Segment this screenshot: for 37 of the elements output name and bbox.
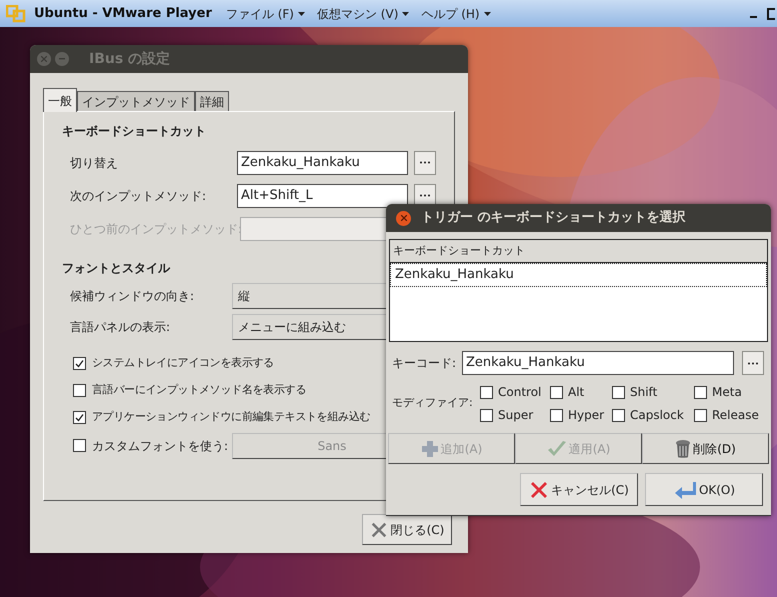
checkbox-label: アプリケーションウィンドウに前編集テキストを組み込む bbox=[92, 409, 370, 426]
checkbox-label: Capslock bbox=[630, 407, 684, 424]
tab[interactable]: インプットメソッド bbox=[77, 91, 195, 111]
checkbox-label: システムトレイにアイコンを表示する bbox=[92, 355, 274, 372]
checkbox-label: Alt bbox=[568, 384, 584, 401]
action-button[interactable]: 削除(D) bbox=[642, 433, 769, 464]
tab[interactable]: 詳細 bbox=[195, 91, 229, 111]
window-title: IBus の設定 bbox=[89, 50, 170, 68]
checkbox-label: Control bbox=[498, 384, 542, 401]
field-label: 候補ウィンドウの向き: bbox=[70, 288, 196, 304]
field-label: 切り替え bbox=[70, 154, 119, 172]
dialog-button[interactable]: OK(O) bbox=[645, 473, 763, 506]
shortcut-field[interactable]: Alt+Shift_L bbox=[236, 184, 408, 208]
tab[interactable]: 一般 bbox=[43, 88, 77, 112]
field-label: モディファイア: bbox=[392, 395, 474, 412]
checkbox-label: Release bbox=[712, 407, 759, 424]
menu-item[interactable]: 仮想マシン (V) bbox=[316, 4, 410, 22]
close-button[interactable]: 閉じる(C) bbox=[362, 514, 452, 545]
checkbox-label: Shift bbox=[630, 384, 658, 401]
field-label: キーコード: bbox=[392, 355, 458, 372]
checkbox-label: Hyper bbox=[568, 407, 604, 424]
checkbox-label: 言語バーにインプットメソッド名を表示する bbox=[92, 382, 306, 398]
menu-item[interactable]: ヘルプ (H) bbox=[421, 4, 491, 22]
checkbox-label: Super bbox=[498, 407, 534, 424]
field-label: 次のインプットメソッド: bbox=[70, 188, 208, 204]
menu-item[interactable]: ファイル (F) bbox=[226, 4, 305, 22]
section-heading: キーボードショートカット bbox=[62, 123, 207, 140]
dialog-button[interactable]: キャンセル(C) bbox=[520, 473, 638, 506]
window-title: トリガー のキーボードショートカットを選択 bbox=[421, 209, 686, 228]
shortcut-field[interactable]: Zenkaku_Hankaku bbox=[236, 150, 408, 174]
keycode-field[interactable]: Zenkaku_Hankaku bbox=[462, 351, 734, 375]
list-row[interactable]: Zenkaku_Hankaku bbox=[390, 263, 767, 287]
field-label: 言語パネルの表示: bbox=[70, 318, 172, 336]
checkbox-label: Meta bbox=[712, 384, 742, 401]
checkbox-label: カスタムフォントを使う: bbox=[92, 438, 228, 454]
column-header[interactable]: キーボードショートカット bbox=[390, 240, 767, 263]
window-title: Ubuntu - VMware Player bbox=[34, 4, 212, 23]
